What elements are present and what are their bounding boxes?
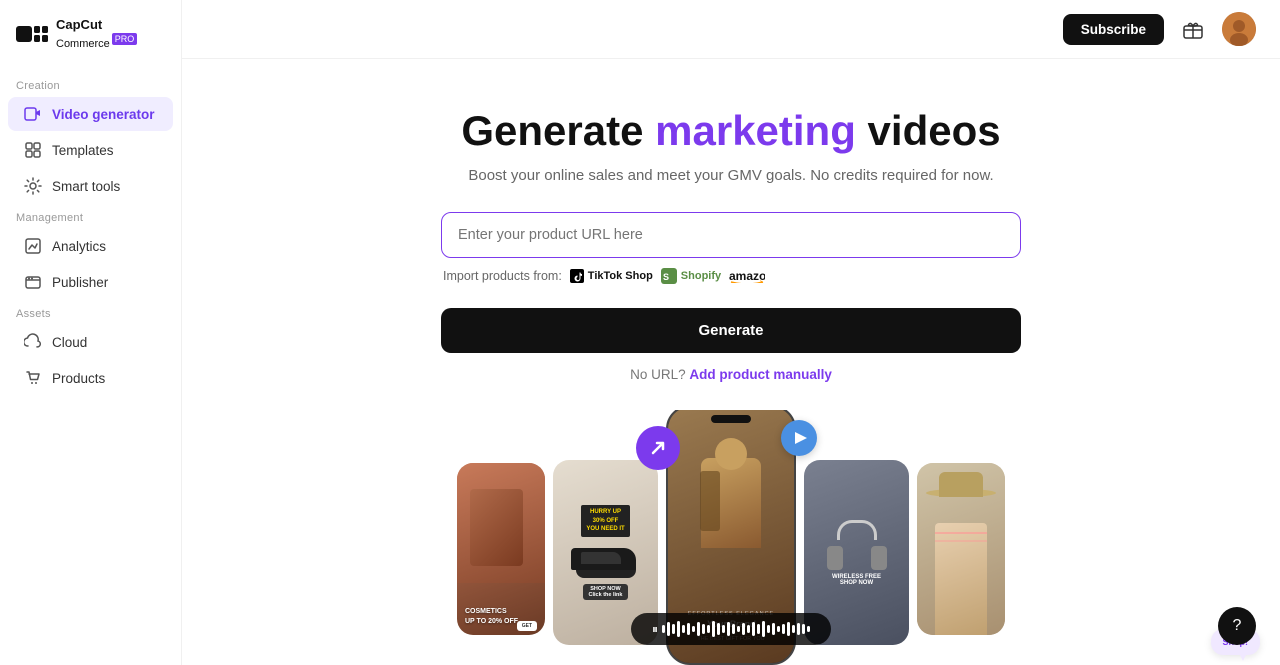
shopify-platform: S Shopify [661, 268, 721, 284]
sidebar: CapCutCommercePRO Creation Video generat… [0, 0, 182, 665]
logo: CapCutCommercePRO [0, 16, 181, 72]
publisher-icon [24, 273, 42, 291]
logo-icon [16, 22, 48, 46]
gift-icon[interactable] [1176, 12, 1210, 46]
sidebar-item-cloud[interactable]: Cloud [8, 325, 173, 359]
cloud-icon [24, 333, 42, 351]
section-creation-label: Creation [0, 72, 181, 96]
hero-section: Generate marketing videos Boost your onl… [182, 59, 1280, 410]
audio-playback-bar: ⏸ [631, 613, 831, 645]
url-input[interactable] [442, 213, 1020, 257]
sidebar-item-label: Analytics [52, 239, 106, 254]
sidebar-item-label: Publisher [52, 275, 108, 290]
waveform [662, 619, 810, 639]
sidebar-item-label: Templates [52, 143, 114, 158]
import-row: Import products from: TikTok Shop S Shop… [441, 268, 1021, 284]
sidebar-item-analytics[interactable]: Analytics [8, 229, 173, 263]
sidebar-item-products[interactable]: Products [8, 361, 173, 395]
sidebar-item-label: Cloud [52, 335, 87, 350]
products-icon [24, 369, 42, 387]
hero-subtitle: Boost your online sales and meet your GM… [206, 167, 1256, 184]
url-input-wrapper [441, 212, 1021, 258]
sidebar-item-label: Video generator [52, 107, 155, 122]
sidebar-item-publisher[interactable]: Publisher [8, 265, 173, 299]
smart-tools-icon [24, 177, 42, 195]
no-url-row: No URL? Add product manually [441, 367, 1021, 382]
topbar: Subscribe [182, 0, 1280, 59]
svg-text:amazon: amazon [729, 269, 765, 283]
sidebar-item-label: Products [52, 371, 105, 386]
section-management-label: Management [0, 204, 181, 228]
sidebar-item-smart-tools[interactable]: Smart tools [8, 169, 173, 203]
analytics-icon [24, 237, 42, 255]
help-button[interactable]: ? [1218, 607, 1256, 645]
input-area: Import products from: TikTok Shop S Shop… [441, 212, 1021, 382]
amazon-platform: amazon [729, 269, 765, 283]
app-name: CapCutCommercePRO [56, 17, 137, 50]
subscribe-button[interactable]: Subscribe [1063, 14, 1164, 45]
preview-card-cosmetics: COSMETICSUP TO 20% OFF GET [457, 463, 545, 635]
preview-card-fashion [917, 463, 1005, 635]
preview-section: COSMETICSUP TO 20% OFF GET HURRY UP30% O… [182, 410, 1280, 665]
add-product-manually-link[interactable]: Add product manually [689, 367, 832, 382]
sidebar-item-label: Smart tools [52, 179, 120, 194]
main-content: Subscribe Generate marketing videos Boos… [182, 0, 1280, 665]
pause-icon: ⏸ [652, 622, 658, 637]
avatar[interactable] [1222, 12, 1256, 46]
sidebar-item-video-generator[interactable]: Video generator [8, 97, 173, 131]
tiktok-platform: TikTok Shop [570, 269, 653, 283]
video-generator-icon [24, 105, 42, 123]
section-assets-label: Assets [0, 300, 181, 324]
hero-title: Generate marketing videos [206, 107, 1256, 155]
export-icon-circle [636, 426, 680, 470]
pro-badge: PRO [112, 33, 138, 45]
generate-button[interactable]: Generate [441, 308, 1021, 353]
templates-icon [24, 141, 42, 159]
phone-notch [711, 415, 751, 423]
svg-text:S: S [663, 272, 669, 282]
sidebar-item-templates[interactable]: Templates [8, 133, 173, 167]
